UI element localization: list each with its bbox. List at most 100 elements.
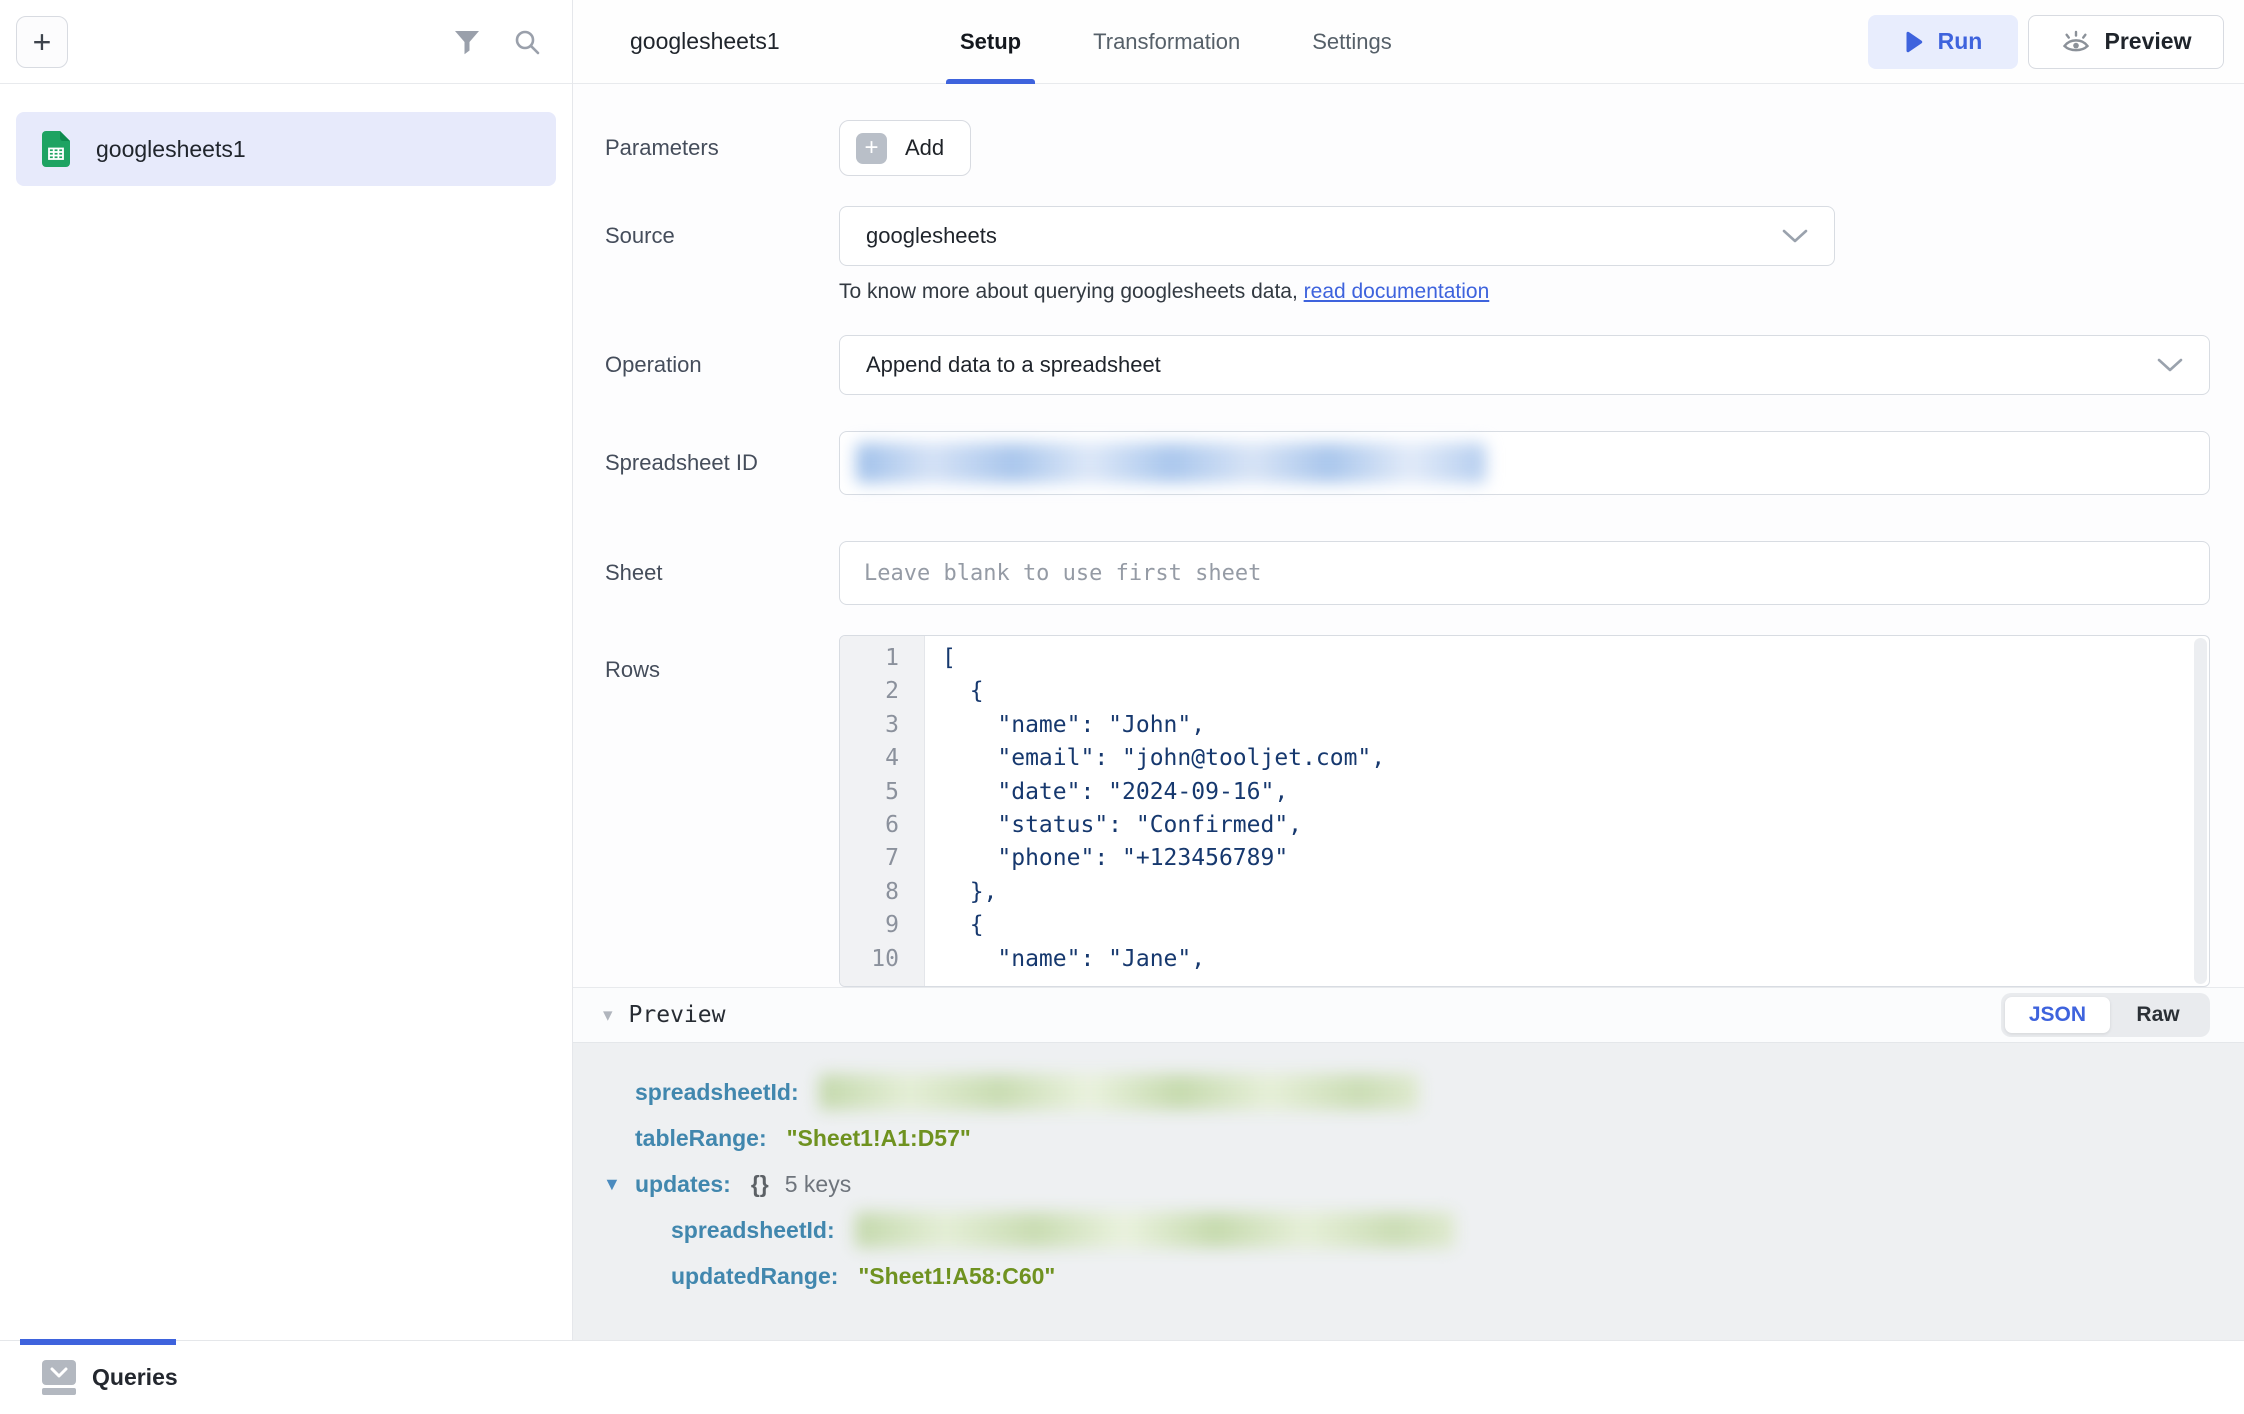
json-tree-row: tableRange: "Sheet1!A1:D57": [603, 1115, 2210, 1161]
json-value: "Sheet1!A1:D57": [787, 1125, 971, 1152]
code-line: 1[: [840, 642, 2209, 675]
preview-collapse-icon[interactable]: ▾: [603, 1004, 613, 1027]
editor-tabs: Setup Transformation Settings: [946, 0, 1406, 83]
read-documentation-link[interactable]: read documentation: [1304, 280, 1490, 303]
line-number: 6: [840, 809, 925, 842]
code-line: 6 "status": "Confirmed",: [840, 809, 2209, 842]
code-line: 3 "name": "John",: [840, 709, 2209, 742]
json-key-count: 5 keys: [785, 1171, 851, 1198]
add-query-button[interactable]: +: [16, 16, 68, 68]
parameters-field: + Add: [839, 120, 2210, 176]
json-key: spreadsheetId:: [635, 1079, 799, 1106]
line-number: 3: [840, 709, 925, 742]
query-list-item-googlesheets1[interactable]: googlesheets1: [16, 112, 556, 186]
json-tree-row: spreadsheetId:: [603, 1069, 2210, 1115]
json-value: "Sheet1!A58:C60": [858, 1263, 1055, 1290]
rows-code-editor[interactable]: 1[2 {3 "name": "John",4 "email": "john@t…: [839, 635, 2210, 987]
json-redacted-value: [855, 1212, 1455, 1248]
rows-row: Rows 1[2 {3 "name": "John",4 "email": "j…: [605, 635, 2210, 987]
code-line-text: "name": "John",: [925, 709, 1205, 742]
code-line: 2 {: [840, 675, 2209, 708]
run-button[interactable]: Run: [1868, 15, 2018, 69]
line-number: 5: [840, 776, 925, 809]
parameters-row: Parameters + Add: [605, 120, 2210, 176]
code-line: 8 },: [840, 876, 2209, 909]
code-line-text: {: [925, 675, 984, 708]
operation-select-value: Append data to a spreadsheet: [866, 352, 1161, 378]
chevron-down-icon: [1782, 228, 1808, 244]
code-line-text: [: [925, 642, 956, 675]
plus-icon: +: [856, 133, 887, 164]
code-lines: 1[2 {3 "name": "John",4 "email": "john@t…: [840, 636, 2209, 976]
setup-form: Parameters + Add Source googlesheets: [573, 84, 2244, 987]
source-select-value: googlesheets: [866, 223, 997, 249]
json-key: updatedRange:: [671, 1263, 838, 1290]
filter-icon[interactable]: [452, 27, 482, 57]
json-tree-row: spreadsheetId:: [639, 1207, 2210, 1253]
code-line: 10 "name": "Jane",: [840, 943, 2209, 976]
panel-bottom-icon: [42, 1360, 76, 1395]
code-line: 4 "email": "john@tooljet.com",: [840, 742, 2209, 775]
preview-title: Preview: [629, 1002, 726, 1028]
tab-settings[interactable]: Settings: [1298, 0, 1406, 83]
json-key: tableRange:: [635, 1125, 767, 1152]
source-helper-text: To know more about querying googlesheets…: [839, 280, 2210, 304]
query-editor-panel: googlesheets1 Setup Transformation Setti…: [573, 0, 2244, 1340]
json-key: updates:: [635, 1171, 731, 1198]
json-tree-row: ▼updates: {} 5 keys: [603, 1161, 2210, 1207]
spreadsheet-id-redacted-value: [856, 443, 1486, 483]
query-sidebar: +: [0, 0, 573, 1340]
json-braces: {}: [751, 1171, 769, 1198]
source-select[interactable]: googlesheets: [839, 206, 1835, 266]
source-helper-plain: To know more about querying googlesheets…: [839, 280, 1304, 303]
preview-button-label: Preview: [2105, 28, 2192, 55]
header-actions: Run Preview: [1868, 15, 2224, 69]
google-sheets-icon: [42, 131, 70, 167]
line-number: 7: [840, 842, 925, 875]
toggle-json[interactable]: JSON: [2005, 997, 2110, 1033]
code-line-text: "status": "Confirmed",: [925, 809, 1302, 842]
operation-label: Operation: [605, 344, 839, 386]
preview-button[interactable]: Preview: [2028, 15, 2224, 69]
code-line-text: "name": "Jane",: [925, 943, 1205, 976]
play-icon: [1904, 31, 1924, 53]
chevron-down-icon: [2157, 357, 2183, 373]
source-field: googlesheets To know more about querying…: [839, 206, 2210, 304]
search-icon[interactable]: [512, 27, 542, 57]
preview-mode-toggle: JSON Raw: [2001, 993, 2210, 1037]
queries-label: Queries: [92, 1364, 178, 1391]
json-tree-row: updatedRange: "Sheet1!A58:C60": [639, 1253, 2210, 1299]
line-number: 9: [840, 909, 925, 942]
spreadsheet-id-row: Spreadsheet ID: [605, 431, 2210, 495]
json-expander-icon[interactable]: ▼: [603, 1174, 635, 1195]
query-title: googlesheets1: [630, 28, 946, 55]
tab-setup[interactable]: Setup: [946, 0, 1035, 83]
editor-scrollbar[interactable]: [2194, 638, 2207, 984]
rows-field: 1[2 {3 "name": "John",4 "email": "john@t…: [839, 635, 2210, 987]
rows-label: Rows: [605, 635, 839, 691]
line-number: 10: [840, 943, 925, 976]
app-root: +: [0, 0, 2244, 1414]
operation-select[interactable]: Append data to a spreadsheet: [839, 335, 2210, 395]
top-row: +: [0, 0, 2244, 1340]
operation-field: Append data to a spreadsheet: [839, 335, 2210, 395]
code-line-text: {: [925, 909, 984, 942]
add-parameter-label: Add: [905, 135, 944, 161]
sheet-row: Sheet: [605, 541, 2210, 605]
queries-panel-tab[interactable]: Queries: [42, 1360, 178, 1395]
spreadsheet-id-field: [839, 431, 2210, 495]
sheet-input[interactable]: [839, 541, 2210, 605]
tab-transformation[interactable]: Transformation: [1079, 0, 1254, 83]
code-line: 7 "phone": "+123456789": [840, 842, 2209, 875]
code-line-text: "email": "john@tooljet.com",: [925, 742, 1385, 775]
json-key: spreadsheetId:: [671, 1217, 835, 1244]
query-editor-header: googlesheets1 Setup Transformation Setti…: [573, 0, 2244, 84]
code-line: 5 "date": "2024-09-16",: [840, 776, 2209, 809]
spreadsheet-id-input[interactable]: [839, 431, 2210, 495]
queries-active-indicator: [20, 1339, 176, 1345]
toggle-raw[interactable]: Raw: [2110, 997, 2206, 1033]
preview-header-bar: ▾ Preview JSON Raw: [573, 987, 2244, 1043]
query-item-label: googlesheets1: [96, 136, 246, 163]
spreadsheet-id-label: Spreadsheet ID: [605, 442, 839, 484]
add-parameter-button[interactable]: + Add: [839, 120, 971, 176]
